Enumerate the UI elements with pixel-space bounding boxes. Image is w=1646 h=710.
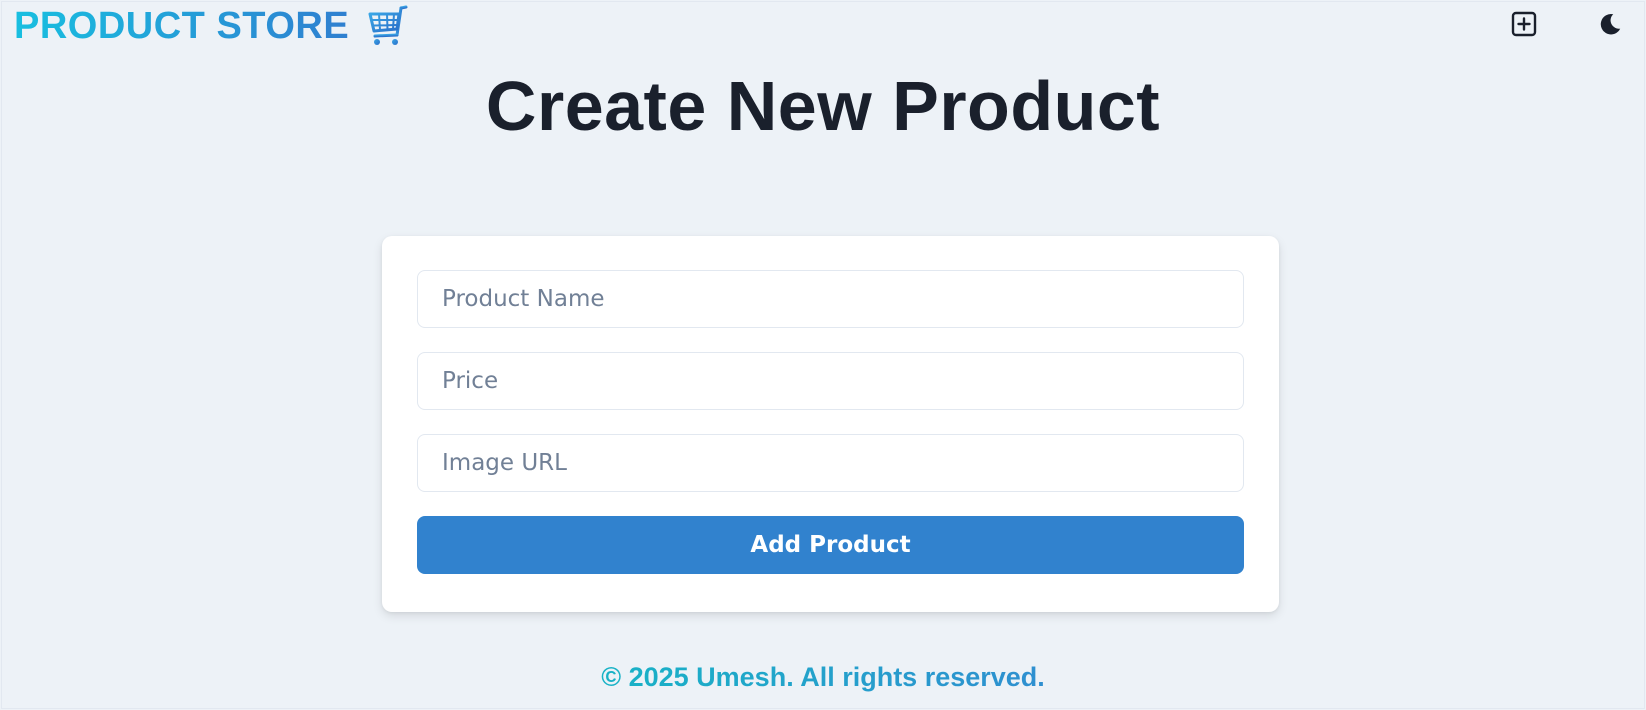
moon-icon (1597, 11, 1623, 37)
page-title: Create New Product (485, 67, 1161, 145)
brand-link[interactable]: PRODUCT STORE (14, 4, 409, 48)
brand-title: PRODUCT STORE (14, 5, 350, 47)
product-name-input[interactable] (417, 270, 1244, 328)
image-url-input[interactable] (417, 434, 1244, 492)
toggle-color-mode-button[interactable] (1592, 9, 1628, 39)
footer-copyright: © 2025 Umesh. All rights reserved. (601, 662, 1045, 692)
footer: © 2025 Umesh. All rights reserved. (0, 660, 1646, 694)
create-product-form-card: Add Product (382, 236, 1279, 612)
add-product-button[interactable]: Add Product (417, 516, 1244, 574)
navbar-actions (1506, 9, 1628, 39)
plus-square-icon (1510, 10, 1538, 38)
shopping-cart-icon (367, 5, 409, 47)
price-input[interactable] (417, 352, 1244, 410)
create-product-button[interactable] (1506, 9, 1542, 39)
